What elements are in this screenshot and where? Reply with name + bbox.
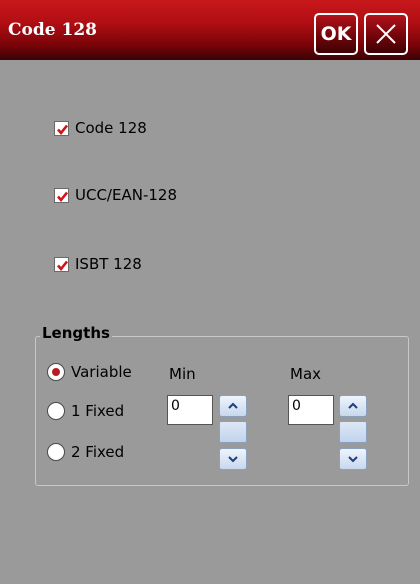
radio-variable-label: Variable xyxy=(71,363,132,381)
max-length-input[interactable]: 0 xyxy=(288,395,334,425)
max-label: Max xyxy=(290,365,322,383)
checkbox-code-128-row[interactable]: Code 128 xyxy=(54,117,147,139)
close-button[interactable] xyxy=(364,13,408,55)
radio-2-fixed-label: 2 Fixed xyxy=(71,443,125,461)
min-label: Min xyxy=(169,365,196,383)
chevron-up-icon xyxy=(348,402,358,409)
checkbox-isbt-128-row[interactable]: ISBT 128 xyxy=(54,253,142,275)
checkbox-code-128[interactable] xyxy=(54,120,69,136)
radio-2-fixed[interactable] xyxy=(47,443,65,461)
lengths-group-title: Lengths xyxy=(40,324,112,342)
radio-1-fixed-label: 1 Fixed xyxy=(71,402,125,420)
checkbox-isbt-128[interactable] xyxy=(54,256,69,272)
radio-1-fixed-row[interactable]: 1 Fixed xyxy=(47,400,124,422)
close-icon xyxy=(376,24,396,44)
max-spin-track xyxy=(339,421,367,443)
max-spin-up-button[interactable] xyxy=(339,395,367,417)
radio-variable-row[interactable]: Variable xyxy=(47,361,132,383)
checkmark-icon xyxy=(57,124,69,135)
radio-2-fixed-row[interactable]: 2 Fixed xyxy=(47,441,124,463)
title-bar: Code 128 OK xyxy=(0,0,420,60)
min-length-input[interactable]: 0 xyxy=(167,395,213,425)
checkbox-ucc-ean-128-row[interactable]: UCC/EAN-128 xyxy=(54,184,177,206)
radio-1-fixed[interactable] xyxy=(47,402,65,420)
checkbox-ucc-ean-128[interactable] xyxy=(54,187,69,203)
checkbox-ucc-ean-128-label: UCC/EAN-128 xyxy=(75,186,177,204)
max-spin-down-button[interactable] xyxy=(339,448,367,470)
checkmark-icon xyxy=(57,260,69,271)
min-spin-up-button[interactable] xyxy=(219,395,247,417)
radio-selected-dot xyxy=(52,368,60,376)
window-title: Code 128 xyxy=(8,20,97,40)
checkmark-icon xyxy=(57,191,69,202)
checkbox-code-128-label: Code 128 xyxy=(75,119,147,137)
ok-button[interactable]: OK xyxy=(314,13,358,55)
min-spin-track xyxy=(219,421,247,443)
chevron-down-icon xyxy=(228,456,238,463)
chevron-up-icon xyxy=(228,402,238,409)
code128-dialog: Code 128 OK Code 128 UCC/EAN-128 ISBT 12… xyxy=(0,0,420,584)
checkbox-isbt-128-label: ISBT 128 xyxy=(75,255,142,273)
min-spin-down-button[interactable] xyxy=(219,448,247,470)
radio-variable[interactable] xyxy=(47,363,65,381)
chevron-down-icon xyxy=(348,456,358,463)
